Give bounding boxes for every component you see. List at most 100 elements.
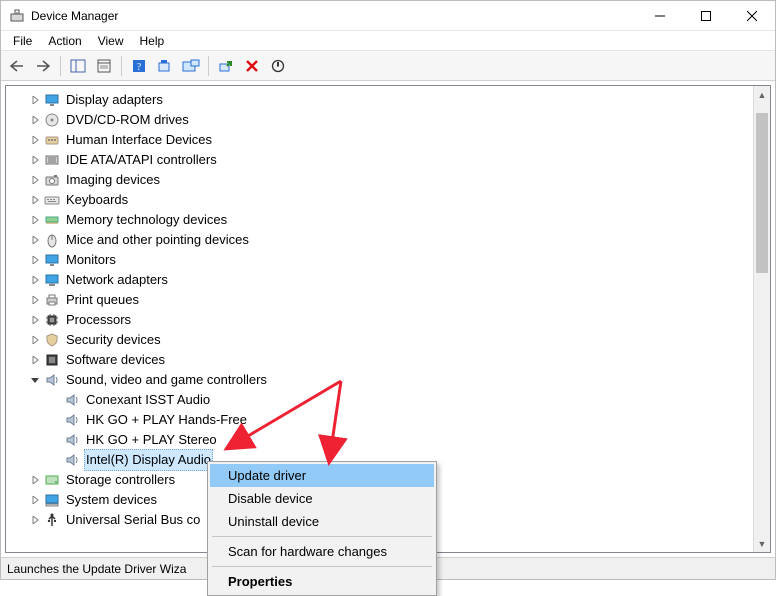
cpu-icon [44, 312, 60, 328]
tree-category[interactable]: Memory technology devices [14, 210, 770, 230]
tree-item-label: Processors [64, 310, 133, 330]
tree-category[interactable]: Security devices [14, 330, 770, 350]
monitor-icon [44, 92, 60, 108]
chevron-right-icon[interactable] [28, 350, 42, 370]
vertical-scrollbar[interactable]: ▲ ▼ [753, 86, 770, 552]
tree-category[interactable]: Software devices [14, 350, 770, 370]
ctx-uninstall-device[interactable]: Uninstall device [210, 510, 434, 533]
usb-icon [44, 512, 60, 528]
shield-icon [44, 332, 60, 348]
menu-action[interactable]: Action [40, 32, 89, 50]
network-icon [44, 272, 60, 288]
chevron-right-icon[interactable] [28, 210, 42, 230]
title-bar: Device Manager [1, 1, 775, 31]
tree-category[interactable]: Imaging devices [14, 170, 770, 190]
tree-category[interactable]: Display adapters [14, 90, 770, 110]
chevron-right-icon[interactable] [28, 230, 42, 250]
keyboard-icon [44, 192, 60, 208]
tree-item-label: Network adapters [64, 270, 170, 290]
ctx-separator [212, 536, 432, 537]
chevron-right-icon[interactable] [28, 270, 42, 290]
tree-category[interactable]: Mice and other pointing devices [14, 230, 770, 250]
ctx-update-driver[interactable]: Update driver [210, 464, 434, 487]
tree-category[interactable]: Processors [14, 310, 770, 330]
tree-category[interactable]: Monitors [14, 250, 770, 270]
tree-item-label: Memory technology devices [64, 210, 229, 230]
enable-device-button[interactable] [214, 54, 238, 78]
tree-item-label: Print queues [64, 290, 141, 310]
chevron-right-icon[interactable] [28, 510, 42, 530]
chevron-right-icon[interactable] [28, 130, 42, 150]
tree-category[interactable]: IDE ATA/ATAPI controllers [14, 150, 770, 170]
disc-icon [44, 112, 60, 128]
context-menu: Update driver Disable device Uninstall d… [207, 461, 437, 596]
chevron-right-icon[interactable] [28, 470, 42, 490]
minimize-button[interactable] [637, 1, 683, 31]
system-icon [44, 492, 60, 508]
ctx-disable-device[interactable]: Disable device [210, 487, 434, 510]
tree-category[interactable]: Print queues [14, 290, 770, 310]
tree-item-label: Conexant ISST Audio [84, 390, 212, 410]
chevron-right-icon[interactable] [28, 330, 42, 350]
tree-category[interactable]: Network adapters [14, 270, 770, 290]
speaker-icon [64, 412, 80, 428]
camera-icon [44, 172, 60, 188]
scroll-track[interactable] [754, 103, 770, 535]
update-driver-button[interactable] [179, 54, 203, 78]
monitor-icon [44, 252, 60, 268]
chevron-right-icon[interactable] [28, 190, 42, 210]
chevron-right-icon[interactable] [28, 490, 42, 510]
tree-category[interactable]: DVD/CD-ROM drives [14, 110, 770, 130]
chevron-right-icon[interactable] [28, 110, 42, 130]
tree-category[interactable]: Human Interface Devices [14, 130, 770, 150]
printer-icon [44, 292, 60, 308]
tree-device[interactable]: HK GO + PLAY Stereo [14, 430, 770, 450]
close-button[interactable] [729, 1, 775, 31]
tree-item-label: Monitors [64, 250, 118, 270]
show-hide-tree-button[interactable] [66, 54, 90, 78]
menu-help[interactable]: Help [132, 32, 173, 50]
chevron-right-icon[interactable] [28, 290, 42, 310]
back-button[interactable] [5, 54, 29, 78]
chevron-right-icon[interactable] [28, 150, 42, 170]
maximize-button[interactable] [683, 1, 729, 31]
scroll-up-arrow[interactable]: ▲ [754, 86, 770, 103]
chevron-down-icon[interactable] [28, 370, 42, 390]
hid-icon [44, 132, 60, 148]
chevron-right-icon[interactable] [28, 170, 42, 190]
tree-category-expanded[interactable]: Sound, video and game controllers [14, 370, 770, 390]
memory-icon [44, 212, 60, 228]
help-button[interactable]: ? [127, 54, 151, 78]
status-text: Launches the Update Driver Wiza [7, 562, 186, 576]
scroll-down-arrow[interactable]: ▼ [754, 535, 770, 552]
disable-device-button[interactable] [266, 54, 290, 78]
software-icon [44, 352, 60, 368]
forward-button[interactable] [31, 54, 55, 78]
tree-category[interactable]: Keyboards [14, 190, 770, 210]
tree-device[interactable]: Conexant ISST Audio [14, 390, 770, 410]
tree-device[interactable]: HK GO + PLAY Hands-Free [14, 410, 770, 430]
tree-item-label: Storage controllers [64, 470, 177, 490]
speaker-icon [64, 392, 80, 408]
ctx-properties[interactable]: Properties [210, 570, 434, 593]
scroll-thumb[interactable] [756, 113, 768, 273]
chevron-right-icon[interactable] [28, 310, 42, 330]
tree-item-label: Imaging devices [64, 170, 162, 190]
speaker-icon [64, 432, 80, 448]
scan-hardware-button[interactable] [153, 54, 177, 78]
tree-item-label: Sound, video and game controllers [64, 370, 269, 390]
menu-file[interactable]: File [5, 32, 40, 50]
app-icon [9, 8, 25, 24]
toolbar: ? [1, 51, 775, 81]
uninstall-device-button[interactable] [240, 54, 264, 78]
chevron-right-icon[interactable] [28, 90, 42, 110]
tree-item-label: DVD/CD-ROM drives [64, 110, 191, 130]
ctx-scan-hardware[interactable]: Scan for hardware changes [210, 540, 434, 563]
tree-item-label: IDE ATA/ATAPI controllers [64, 150, 219, 170]
tree-item-label: System devices [64, 490, 159, 510]
properties-button[interactable] [92, 54, 116, 78]
chevron-right-icon[interactable] [28, 250, 42, 270]
menu-view[interactable]: View [90, 32, 132, 50]
tree-item-label: Display adapters [64, 90, 165, 110]
tree-item-label: Human Interface Devices [64, 130, 214, 150]
